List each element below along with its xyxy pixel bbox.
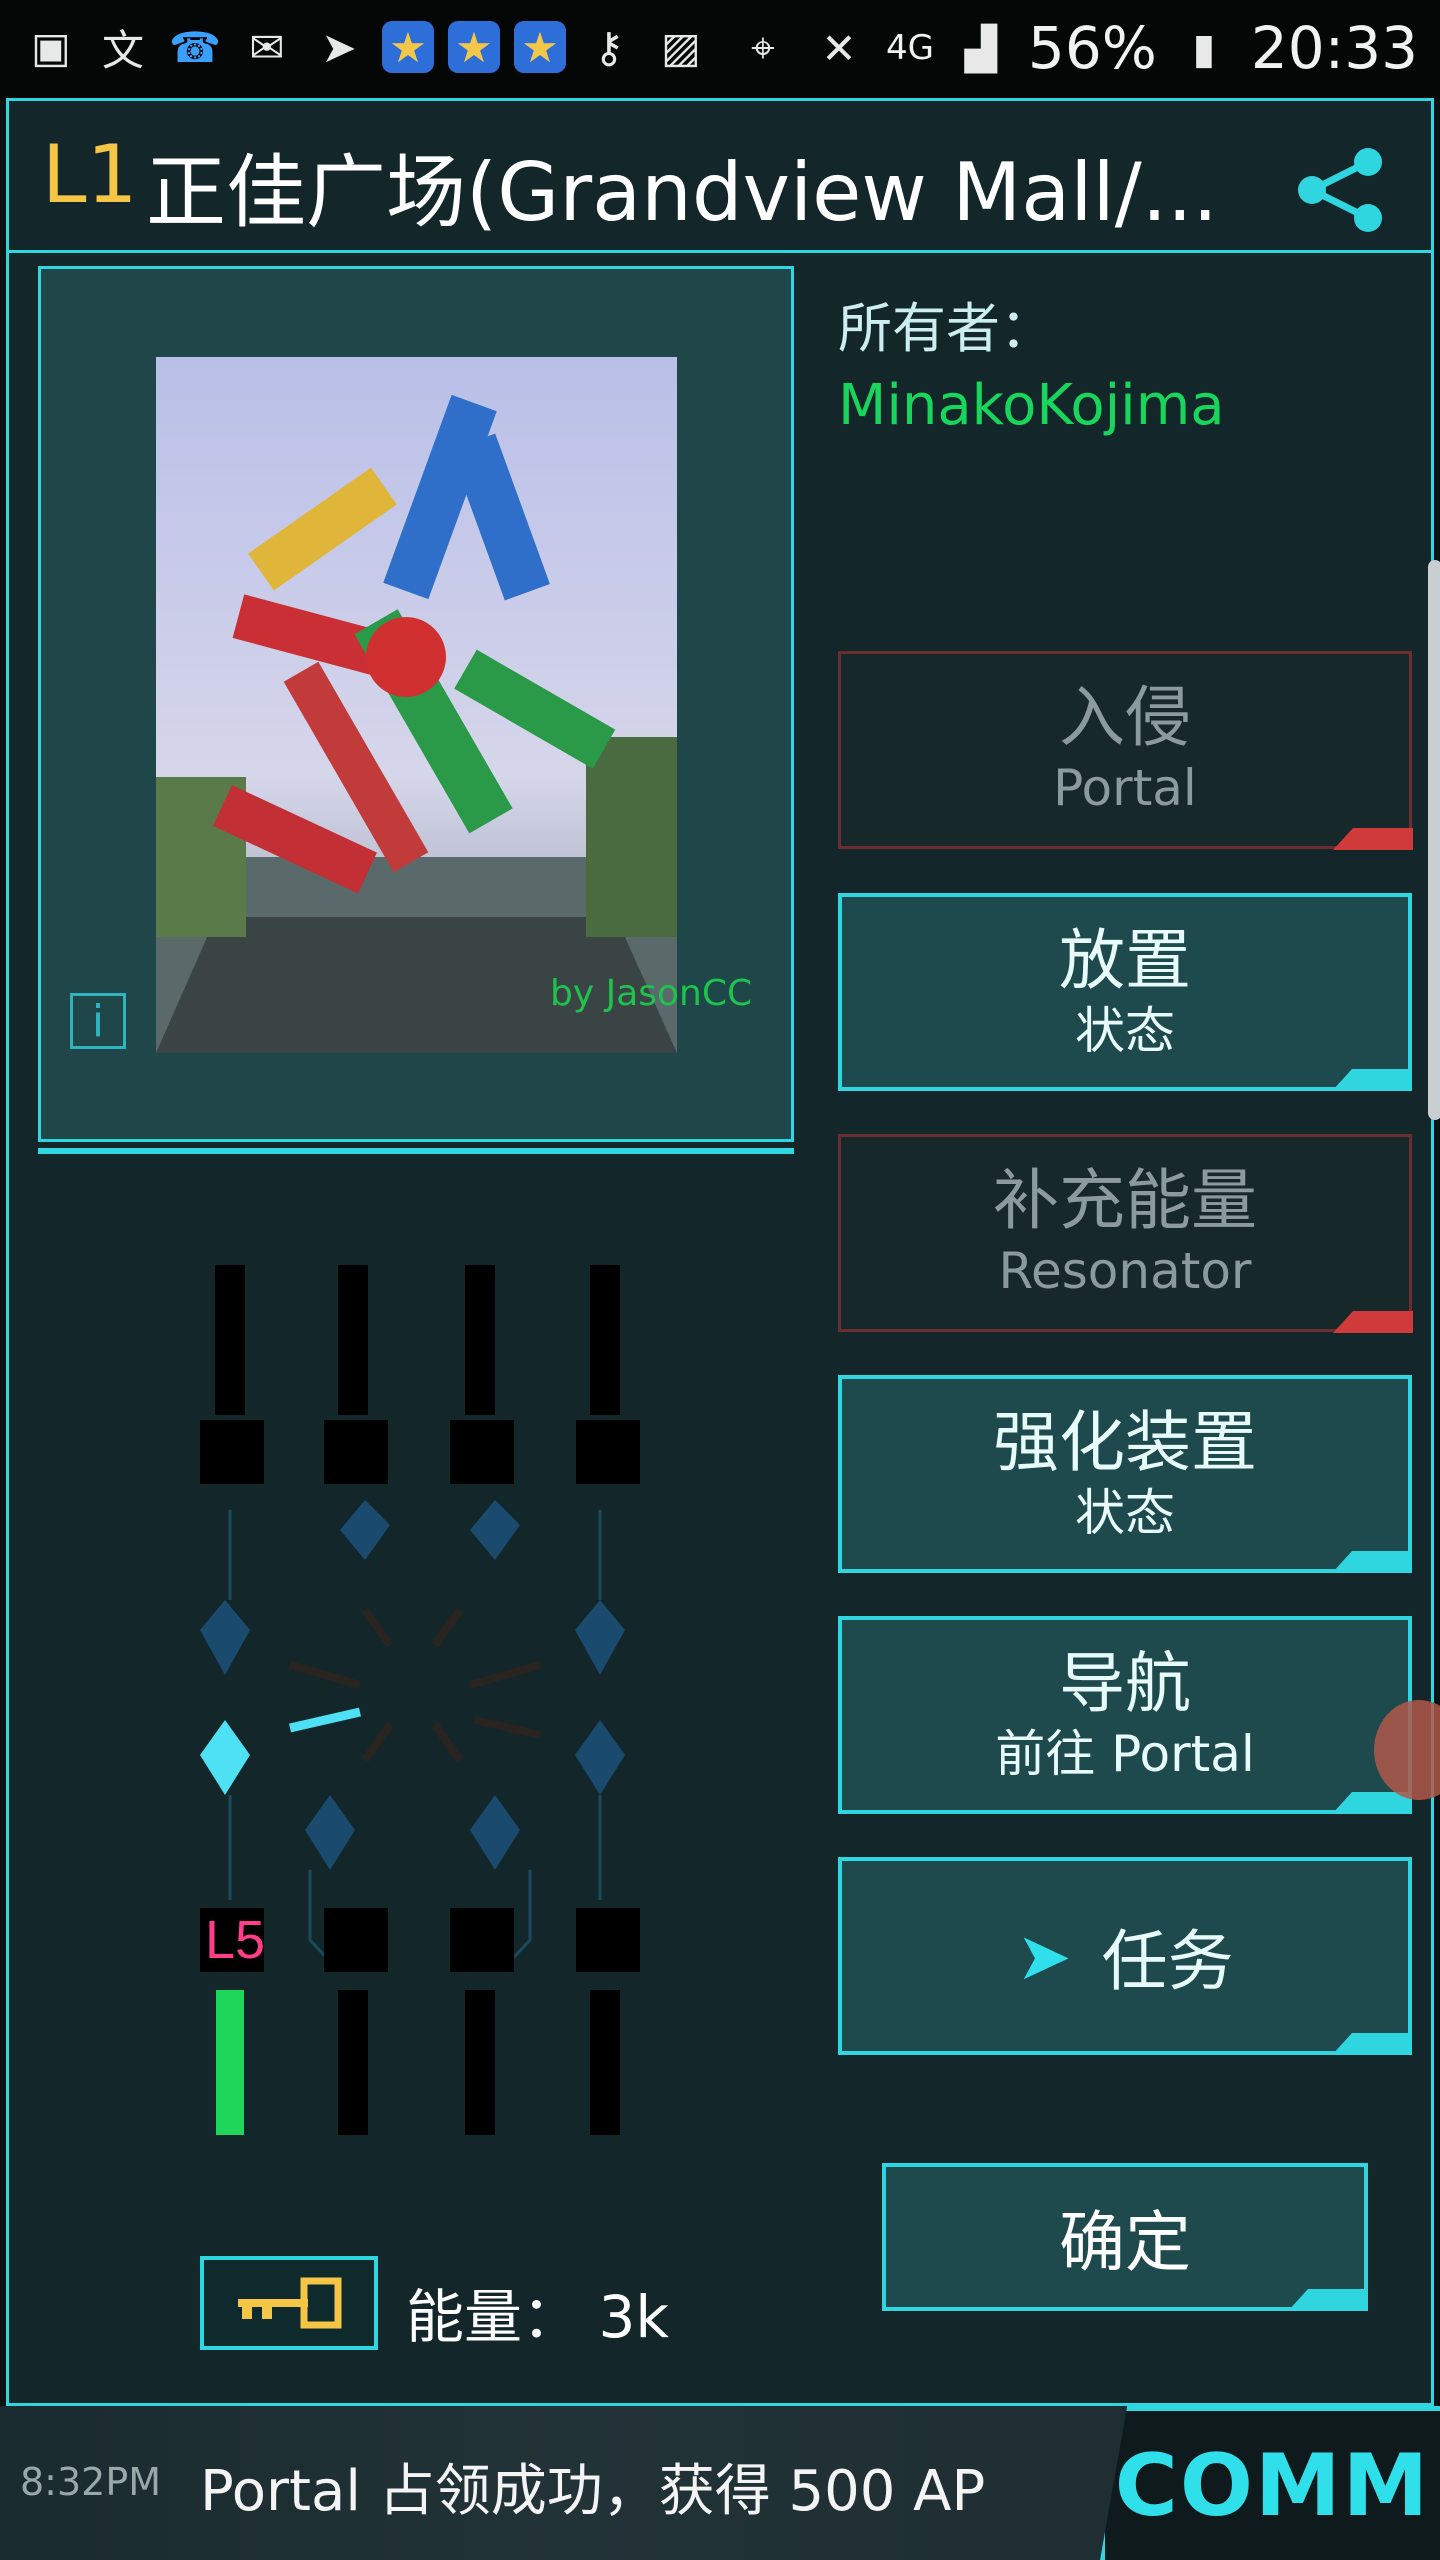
energy-label: 能量： xyxy=(406,2283,581,2351)
portal-level: L1 xyxy=(42,128,138,221)
navigate-button-title: 导航 xyxy=(1059,1645,1191,1722)
status-bar: ▣ 文 ☎ ✉ ➤ ★ ★ ★ ⚷ ▨ ⌖ ✕ 4G ▟ 56% ▮ 20:33 xyxy=(0,0,1440,100)
key-icon: ⚷ xyxy=(593,22,625,72)
mute-icon: ✕ xyxy=(821,23,857,73)
comm-button[interactable]: COMM xyxy=(1100,2406,1440,2560)
resonator-spokes xyxy=(288,1607,542,1763)
comm-message-text[interactable]: Portal 占领成功，获得 500 AP xyxy=(200,2446,985,2527)
status-bar-system: ⌖ ✕ 4G ▟ 56% ▮ 20:33 xyxy=(734,14,1418,82)
resonator-slots-top xyxy=(200,1265,640,1484)
comm-button-label: COMM xyxy=(1114,2435,1431,2536)
recharge-button[interactable]: 补充能量 Resonator xyxy=(838,1134,1413,1333)
portal-energy: 能量： 3k xyxy=(406,2270,669,2354)
info-button[interactable]: i xyxy=(70,993,126,1049)
missions-button-title: 任务 xyxy=(1101,1923,1234,2000)
message-icon: ▣ xyxy=(31,22,71,72)
button-notch xyxy=(1333,828,1413,850)
deploy-button-title: 放置 xyxy=(1059,922,1191,999)
button-notch xyxy=(1332,1069,1412,1091)
status-bar-notification-icons: ▣ 文 ☎ ✉ ➤ ★ ★ ★ ⚷ ▨ xyxy=(22,18,710,76)
portal-title: 正佳广场(Grandview Mall/... xyxy=(146,146,1218,239)
recharge-button-subtitle: Resonator xyxy=(998,1242,1252,1300)
energy-value: 3k xyxy=(598,2283,669,2351)
active-link-line xyxy=(288,1707,362,1733)
comm-message-time: 8:32PM xyxy=(20,2460,162,2504)
photo-credit: by JasonCC xyxy=(550,973,753,1014)
share-icon[interactable] xyxy=(1290,140,1400,240)
link-lines xyxy=(228,1510,602,1972)
resonator-energy-bar xyxy=(216,1990,244,2135)
mail-icon: ✉ xyxy=(249,22,285,72)
button-notch xyxy=(1332,1551,1412,1573)
button-notch xyxy=(1288,2289,1368,2311)
hack-button-subtitle: Portal xyxy=(1053,759,1197,817)
confirm-button[interactable]: 确定 xyxy=(882,2163,1368,2311)
star-app-icon: ★ xyxy=(382,21,434,73)
navigate-button-subtitle: 前往 Portal xyxy=(995,1725,1255,1783)
mods-button-subtitle: 状态 xyxy=(1075,1484,1175,1542)
info-icon: i xyxy=(91,995,105,1047)
confirm-button-label: 确定 xyxy=(1059,2204,1191,2281)
hack-button[interactable]: 入侵 Portal xyxy=(838,651,1413,850)
resonator-diagram: L5 xyxy=(200,1265,640,2135)
mods-button-title: 强化装置 xyxy=(993,1404,1257,1481)
notification-icon: ☎ xyxy=(168,22,222,72)
button-notch xyxy=(1333,1311,1413,1333)
portal-photo[interactable] xyxy=(156,357,677,1053)
clock: 20:33 xyxy=(1250,14,1418,82)
telegram-icon: ➤ xyxy=(321,22,357,72)
deploy-button[interactable]: 放置 状态 xyxy=(838,893,1412,1091)
hack-button-title: 入侵 xyxy=(1059,679,1191,756)
translate-icon: 文 xyxy=(101,25,144,75)
network-type: 4G xyxy=(885,28,934,68)
deploy-button-subtitle: 状态 xyxy=(1075,1002,1175,1060)
navigate-button[interactable]: 导航 前往 Portal xyxy=(838,1616,1412,1814)
mods-button[interactable]: 强化装置 状态 xyxy=(838,1375,1412,1573)
resonator-level-badge: L5 xyxy=(205,1910,265,1970)
recharge-button-title: 补充能量 xyxy=(993,1162,1257,1239)
star-app-icon: ★ xyxy=(514,21,566,73)
active-resonator-crystal xyxy=(200,1720,250,1795)
missions-button[interactable]: ➤ 任务 xyxy=(838,1857,1412,2055)
mission-arrow-icon: ➤ xyxy=(1016,1917,1072,1995)
portal-key-button[interactable] xyxy=(200,2256,378,2350)
photo-frame-divider xyxy=(38,1148,794,1154)
owner-name[interactable]: MinakoKojima xyxy=(838,373,1225,438)
owner-label: 所有者： xyxy=(838,297,1054,360)
resonator-slots-bottom xyxy=(200,1908,640,2135)
battery-percent: 56% xyxy=(1027,14,1157,82)
star-app-icon: ★ xyxy=(448,21,500,73)
resonator-crystals xyxy=(200,1500,625,1870)
battery-icon: ▮ xyxy=(1192,23,1216,73)
location-icon: ⌖ xyxy=(751,23,775,72)
portal-title-bar: L1 正佳广场(Grandview Mall/... xyxy=(6,98,1434,253)
side-drawer-handle[interactable] xyxy=(1428,560,1440,1120)
image-icon: ▨ xyxy=(661,22,701,72)
signal-icon: ▟ xyxy=(964,23,998,73)
key-icon xyxy=(238,2277,342,2329)
